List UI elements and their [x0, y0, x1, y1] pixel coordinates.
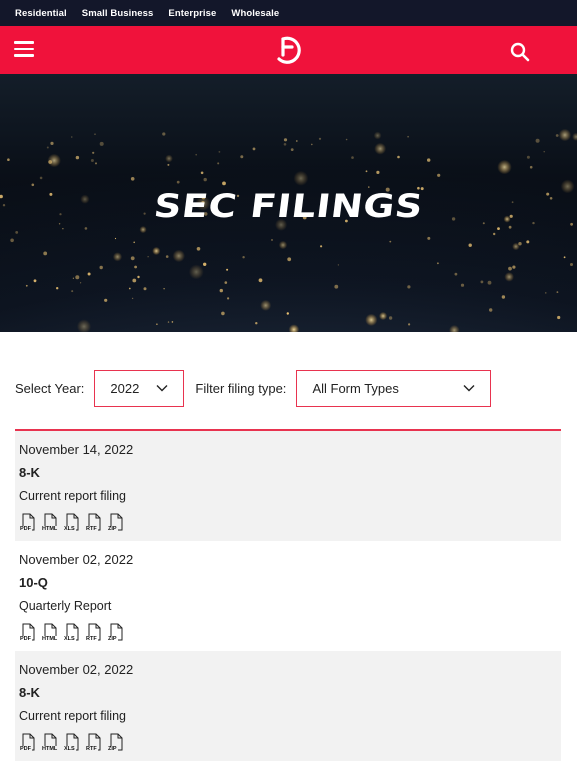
filter-bar: Select Year: 2022 Filter filing type: Al… — [15, 370, 561, 407]
chevron-down-icon — [463, 385, 475, 392]
xls-download-icon[interactable]: XLS — [63, 623, 81, 642]
html-download-icon[interactable]: HTML — [41, 623, 59, 642]
zip-download-icon[interactable]: ZIP — [107, 513, 125, 532]
hamburger-line — [14, 54, 34, 57]
filing-row: November 02, 2022 8-K Current report fil… — [15, 651, 561, 761]
filing-description: Current report filing — [19, 709, 126, 723]
nav-wholesale[interactable]: Wholesale — [231, 8, 279, 19]
format-label: RTF — [85, 746, 98, 752]
rtf-download-icon[interactable]: RTF — [85, 733, 103, 752]
format-label: PDF — [19, 746, 32, 752]
nav-enterprise[interactable]: Enterprise — [168, 8, 216, 19]
filing-type-label: Filter filing type: — [195, 381, 287, 396]
filings-list: November 14, 2022 8-K Current report fil… — [15, 431, 561, 761]
filing-description: Quarterly Report — [19, 599, 112, 613]
page-title: SEC FILINGS — [151, 187, 426, 225]
format-label: HTML — [41, 746, 59, 752]
search-icon[interactable] — [510, 42, 530, 62]
filing-row: November 14, 2022 8-K Current report fil… — [15, 431, 561, 541]
download-icons: PDF HTML XLS RTF ZIP — [19, 623, 561, 642]
format-label: ZIP — [107, 526, 118, 532]
format-label: RTF — [85, 636, 98, 642]
year-select[interactable]: 2022 — [94, 370, 185, 407]
year-select-value: 2022 — [110, 381, 140, 396]
rtf-download-icon[interactable]: RTF — [85, 513, 103, 532]
filing-date: November 02, 2022 — [19, 552, 134, 567]
rtf-download-icon[interactable]: RTF — [85, 623, 103, 642]
format-label: RTF — [85, 526, 98, 532]
chevron-down-icon — [156, 385, 168, 392]
zip-download-icon[interactable]: ZIP — [107, 733, 125, 752]
main-header — [0, 26, 577, 74]
hamburger-line — [14, 41, 34, 44]
filing-row: November 02, 2022 10-Q Quarterly Report … — [15, 541, 561, 651]
filing-form-type[interactable]: 10-Q — [19, 575, 561, 591]
download-icons: PDF HTML XLS RTF ZIP — [19, 733, 561, 752]
hamburger-line — [14, 47, 34, 50]
filing-form-type[interactable]: 8-K — [19, 685, 561, 701]
format-label: XLS — [63, 746, 76, 752]
download-icons: PDF HTML XLS RTF ZIP — [19, 513, 561, 532]
frontier-logo-icon[interactable] — [273, 35, 303, 65]
filing-date: November 14, 2022 — [19, 442, 134, 457]
filing-description: Current report filing — [19, 489, 126, 503]
format-label: ZIP — [107, 636, 118, 642]
format-label: XLS — [63, 526, 76, 532]
hamburger-menu-icon[interactable] — [14, 41, 34, 57]
format-label: HTML — [41, 636, 59, 642]
xls-download-icon[interactable]: XLS — [63, 733, 81, 752]
nav-small-business[interactable]: Small Business — [82, 8, 154, 19]
pdf-download-icon[interactable]: PDF — [19, 513, 37, 532]
zip-download-icon[interactable]: ZIP — [107, 623, 125, 642]
top-nav: Residential Small Business Enterprise Wh… — [0, 0, 577, 26]
format-label: PDF — [19, 526, 32, 532]
filing-date: November 02, 2022 — [19, 662, 134, 677]
hero-banner: SEC FILINGS — [0, 74, 577, 332]
format-label: HTML — [41, 526, 59, 532]
format-label: XLS — [63, 636, 76, 642]
format-label: PDF — [19, 636, 32, 642]
xls-download-icon[interactable]: XLS — [63, 513, 81, 532]
format-label: ZIP — [107, 746, 118, 752]
html-download-icon[interactable]: HTML — [41, 733, 59, 752]
nav-residential[interactable]: Residential — [15, 8, 67, 19]
year-label: Select Year: — [15, 381, 85, 396]
filing-type-select-value: All Form Types — [312, 381, 399, 396]
pdf-download-icon[interactable]: PDF — [19, 623, 37, 642]
pdf-download-icon[interactable]: PDF — [19, 733, 37, 752]
filing-form-type[interactable]: 8-K — [19, 465, 561, 481]
filing-type-select[interactable]: All Form Types — [296, 370, 492, 407]
html-download-icon[interactable]: HTML — [41, 513, 59, 532]
